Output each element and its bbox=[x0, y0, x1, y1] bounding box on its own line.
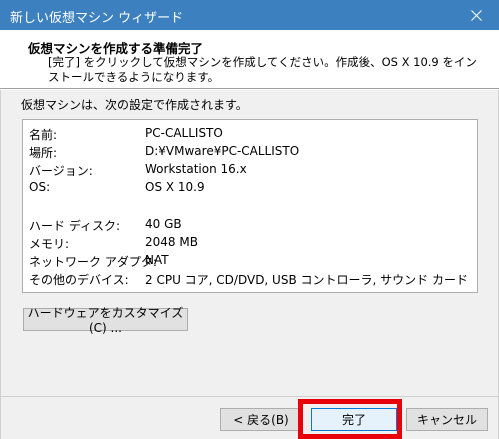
settings-summary-box: 名前: PC-CALLISTO 場所: D:¥VMware¥PC-CALLIST… bbox=[22, 119, 478, 293]
summary-value: PC-CALLISTO bbox=[145, 126, 223, 140]
summary-label: その他のデバイス: bbox=[29, 273, 129, 287]
page-description: [完了] をクリックして仮想マシンを作成してください。作成後、OS X 10.9… bbox=[48, 55, 477, 84]
wizard-content: 仮想マシンは、次の設定で作成されます。 名前: PC-CALLISTO 場所: … bbox=[0, 90, 499, 439]
summary-label: ハード ディスク: bbox=[29, 219, 121, 233]
finish-button[interactable]: 完了 bbox=[311, 408, 397, 431]
summary-label: バージョン: bbox=[29, 164, 93, 178]
close-icon bbox=[470, 9, 482, 21]
summary-label: ネットワーク アダプタ: bbox=[29, 255, 157, 269]
close-button[interactable] bbox=[453, 0, 499, 30]
summary-value: NAT bbox=[145, 253, 169, 267]
summary-value: D:¥VMware¥PC-CALLISTO bbox=[145, 144, 300, 158]
summary-value: 40 GB bbox=[145, 217, 182, 231]
window-title: 新しい仮想マシン ウィザード bbox=[10, 11, 184, 26]
summary-value: OS X 10.9 bbox=[145, 180, 205, 194]
summary-label: メモリ: bbox=[29, 237, 70, 251]
footer-divider bbox=[1, 396, 498, 397]
back-button[interactable]: < 戻る(B) bbox=[220, 408, 302, 431]
summary-value: Workstation 16.x bbox=[145, 162, 247, 176]
wizard-header: 仮想マシンを作成する準備完了 [完了] をクリックして仮想マシンを作成してくださ… bbox=[0, 30, 499, 89]
summary-label: OS: bbox=[29, 180, 51, 194]
title-bar: 新しい仮想マシン ウィザード bbox=[0, 0, 499, 30]
summary-label: 場所: bbox=[29, 146, 58, 160]
summary-value: 2 CPU コア, CD/DVD, USB コントローラ, サウンド カード bbox=[145, 273, 468, 287]
summary-value: 2048 MB bbox=[145, 235, 198, 249]
cancel-button[interactable]: キャンセル bbox=[406, 408, 488, 431]
summary-label: 名前: bbox=[29, 128, 58, 142]
intro-text: 仮想マシンは、次の設定で作成されます。 bbox=[21, 98, 248, 112]
customize-hardware-button[interactable]: ハードウェアをカスタマイズ(C) ... bbox=[23, 306, 188, 335]
